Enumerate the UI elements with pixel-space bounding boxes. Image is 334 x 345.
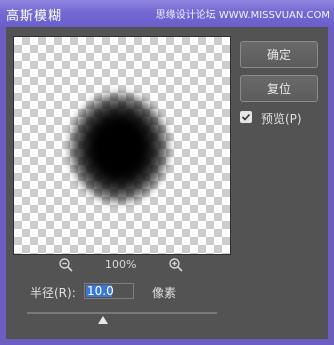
zoom-in-icon [169, 258, 183, 272]
radius-label: 半径(R): [30, 286, 76, 300]
ok-button[interactable]: 确定 [240, 41, 318, 68]
preview-label: 预览(P) [261, 112, 302, 126]
zoom-level: 100% [105, 258, 137, 271]
blurred-preview-shape [69, 93, 169, 203]
radius-slider-thumb[interactable] [98, 316, 108, 324]
zoom-controls: 100% [13, 256, 231, 276]
zoom-out-icon [59, 258, 73, 272]
preview-canvas[interactable] [13, 36, 231, 255]
watermark-text: 思缘设计论坛 WWW.MISSVUAN.COM [155, 10, 330, 21]
preview-option[interactable]: 预览(P) [240, 110, 330, 126]
preview-checkbox[interactable] [240, 111, 252, 123]
dialog-title: 高斯模糊 [6, 9, 63, 24]
checkmark-icon [241, 113, 251, 121]
zoom-in-button[interactable] [167, 256, 185, 274]
radius-unit-label: 像素 [152, 286, 177, 300]
radius-row: 半径(R): 像素 [27, 283, 247, 301]
zoom-out-button[interactable] [57, 256, 75, 274]
radius-slider-track[interactable] [27, 312, 217, 314]
reset-button[interactable]: 复位 [240, 75, 318, 102]
radius-input[interactable] [84, 283, 134, 299]
title-bar[interactable]: 高斯模糊 思缘设计论坛 WWW.MISSVUAN.COM [0, 0, 334, 27]
